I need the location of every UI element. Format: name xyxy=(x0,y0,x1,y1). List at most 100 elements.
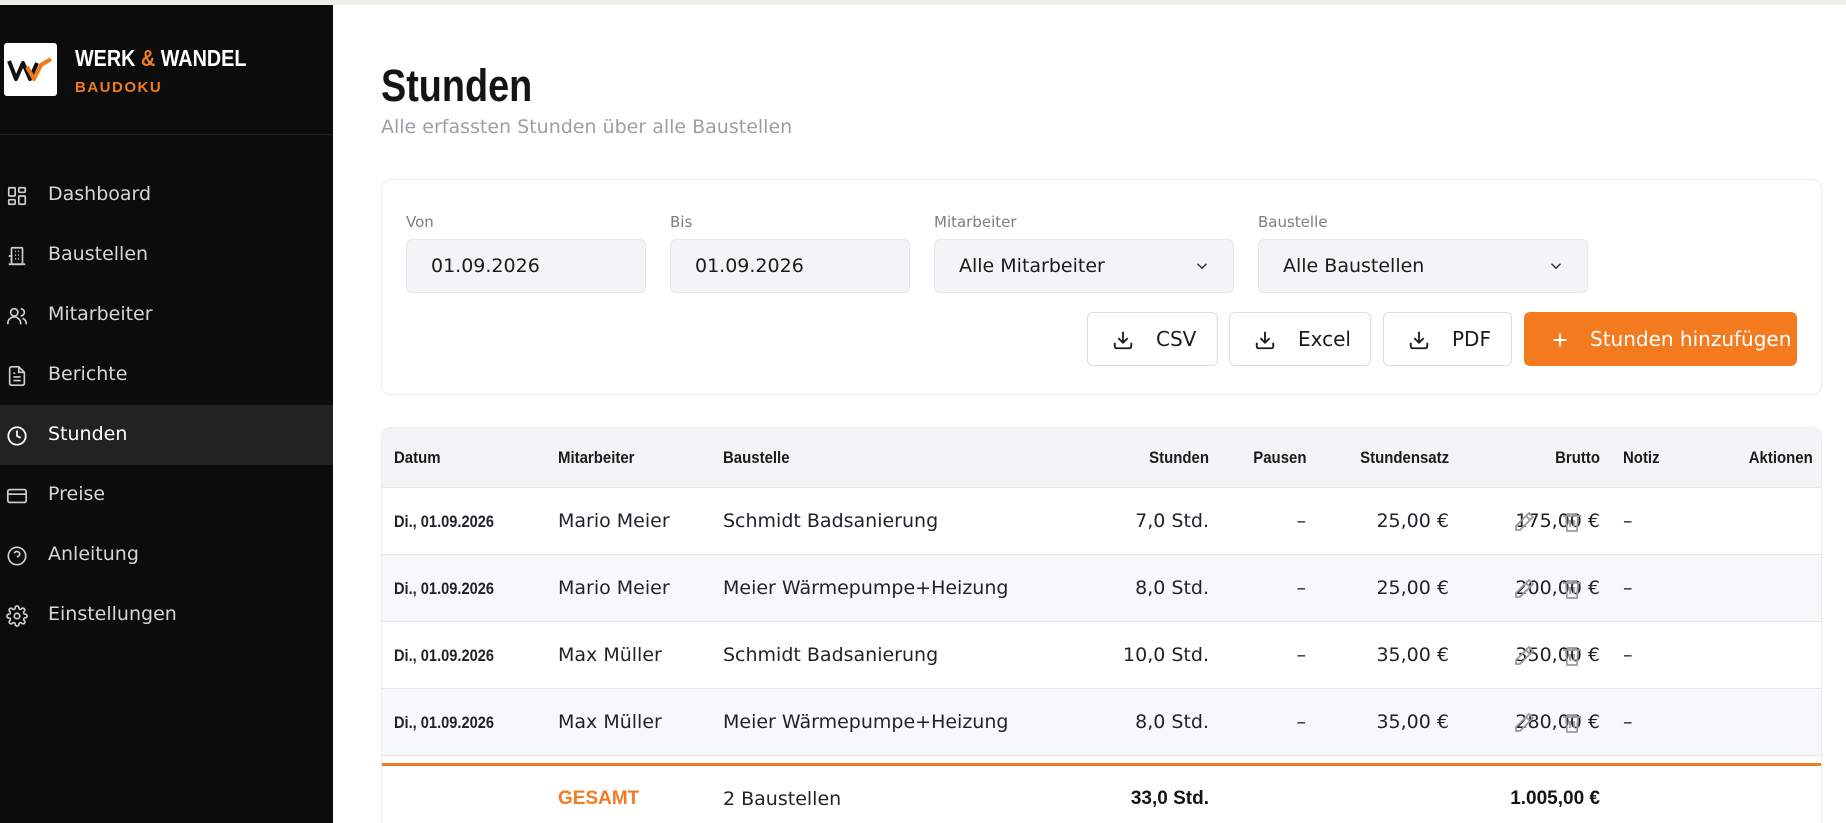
total-hours: 33,0 Std. xyxy=(1130,788,1209,809)
cell-baustelle: Meier Wärmepumpe+Heizung xyxy=(723,577,1009,599)
brand-name-part1: WERK xyxy=(75,45,136,71)
sidebar-item-label: Anleitung xyxy=(48,543,139,565)
bis-label: Bis xyxy=(670,213,693,231)
sidebar: WERK & WANDEL BAUDOKU Dashboard Baustell… xyxy=(0,5,333,823)
edit-pencil-icon[interactable] xyxy=(1512,510,1536,534)
col-mitarbeiter[interactable]: Mitarbeiter xyxy=(558,448,634,468)
sidebar-item-dashboard[interactable]: Dashboard xyxy=(0,165,333,225)
edit-pencil-icon[interactable] xyxy=(1512,644,1536,668)
cell-notiz: – xyxy=(1623,644,1633,666)
help-circle-icon xyxy=(7,546,27,566)
von-label: Von xyxy=(406,213,434,231)
download-icon xyxy=(1113,331,1133,350)
cell-stunden: 10,0 Std. xyxy=(1123,644,1209,666)
col-datum[interactable]: Datum xyxy=(394,448,441,468)
clock-icon xyxy=(7,426,27,446)
building-icon xyxy=(8,246,26,266)
hours-table: Datum Mitarbeiter Baustelle Stunden Paus… xyxy=(381,427,1822,823)
cell-pausen: – xyxy=(1296,644,1307,666)
export-pdf-label: PDF xyxy=(1452,327,1491,351)
sidebar-item-label: Stunden xyxy=(48,423,128,445)
table-row[interactable]: Di., 01.09.2026 Max Müller Meier Wärmepump… xyxy=(382,689,1821,756)
bis-date-value: 01.09.2026 xyxy=(695,255,804,277)
table-header: Datum Mitarbeiter Baustelle Stunden Paus… xyxy=(382,428,1821,488)
table-row[interactable]: Di., 01.09.2026 Mario Meier Meier Wärmepum… xyxy=(382,555,1821,622)
baustelle-select[interactable]: Alle Baustellen xyxy=(1258,239,1588,293)
logo-mark-icon xyxy=(7,57,53,81)
gear-icon xyxy=(6,605,28,627)
col-stunden[interactable]: Stunden xyxy=(1149,448,1209,468)
cell-stundensatz: 35,00 € xyxy=(1376,711,1449,733)
sidebar-item-label: Mitarbeiter xyxy=(48,303,153,325)
cell-pausen: – xyxy=(1296,577,1307,599)
cell-baustelle: Meier Wärmepumpe+Heizung xyxy=(723,711,1009,733)
export-excel-button[interactable]: Excel xyxy=(1229,312,1371,366)
cell-notiz: – xyxy=(1623,577,1633,599)
col-aktionen: Aktionen xyxy=(1748,448,1813,467)
von-date-input[interactable]: 01.09.2026 xyxy=(406,239,646,293)
cell-pausen: – xyxy=(1296,510,1307,532)
bis-date-input[interactable]: 01.09.2026 xyxy=(670,239,910,293)
add-hours-button[interactable]: Stunden hinzufügen xyxy=(1524,312,1797,366)
cell-stunden: 8,0 Std. xyxy=(1135,577,1209,599)
chevron-down-icon xyxy=(1196,263,1208,270)
brand-subtitle: BAUDOKU xyxy=(75,79,163,96)
table-row[interactable]: Di., 01.09.2026 Max Müller Schmidt Badsani… xyxy=(382,622,1821,689)
sidebar-item-stunden[interactable]: Stunden xyxy=(0,405,333,465)
logo[interactable] xyxy=(4,43,57,96)
plus-icon xyxy=(1553,333,1567,347)
cell-notiz: – xyxy=(1623,711,1633,733)
cell-stunden: 7,0 Std. xyxy=(1135,510,1209,532)
export-csv-button[interactable]: CSV xyxy=(1087,312,1218,366)
grid-icon xyxy=(7,186,27,206)
sidebar-item-einstellungen[interactable]: Einstellungen xyxy=(0,585,333,645)
delete-trash-icon[interactable] xyxy=(1560,577,1584,601)
cell-datum: Di., 01.09.2026 xyxy=(394,512,494,531)
baustelle-label: Baustelle xyxy=(1258,213,1328,231)
col-pausen[interactable]: Pausen xyxy=(1253,448,1306,468)
file-text-icon xyxy=(8,366,26,386)
col-notiz[interactable]: Notiz xyxy=(1623,448,1660,468)
download-icon xyxy=(1409,331,1429,350)
sidebar-item-anleitung[interactable]: Anleitung xyxy=(0,525,333,585)
sidebar-item-label: Baustellen xyxy=(48,243,149,265)
table-row[interactable]: Di., 01.09.2026 Mario Meier Schmidt Badsan… xyxy=(382,488,1821,555)
delete-trash-icon[interactable] xyxy=(1560,510,1584,534)
edit-pencil-icon[interactable] xyxy=(1512,577,1536,601)
col-baustelle[interactable]: Baustelle xyxy=(723,448,790,468)
cell-baustelle: Schmidt Badsanierung xyxy=(723,644,939,666)
delete-trash-icon[interactable] xyxy=(1560,644,1584,668)
cell-datum: Di., 01.09.2026 xyxy=(394,713,494,732)
export-csv-label: CSV xyxy=(1156,327,1197,351)
sidebar-item-label: Dashboard xyxy=(48,183,152,205)
sidebar-nav: Dashboard Baustellen Mitarbeiter Bericht… xyxy=(0,165,333,645)
cell-notiz: – xyxy=(1623,510,1633,532)
page-title: Stunden xyxy=(381,60,533,111)
cell-mitarbeiter: Max Müller xyxy=(558,711,662,733)
chevron-down-icon xyxy=(1550,263,1562,270)
mitarbeiter-label: Mitarbeiter xyxy=(934,213,1017,231)
users-icon xyxy=(7,307,27,325)
delete-trash-icon[interactable] xyxy=(1560,711,1584,735)
export-excel-label: Excel xyxy=(1298,327,1351,351)
sidebar-item-label: Preise xyxy=(48,483,106,505)
sidebar-item-berichte[interactable]: Berichte xyxy=(0,345,333,405)
brand-ampersand: & xyxy=(140,45,156,71)
brand-name: WERK & WANDEL xyxy=(75,45,246,72)
export-pdf-button[interactable]: PDF xyxy=(1383,312,1512,366)
von-date-value: 01.09.2026 xyxy=(431,255,540,277)
sidebar-item-mitarbeiter[interactable]: Mitarbeiter xyxy=(0,285,333,345)
total-label: GESAMT xyxy=(558,788,640,809)
cell-stundensatz: 25,00 € xyxy=(1376,577,1449,599)
sidebar-item-preise[interactable]: Preise xyxy=(0,465,333,525)
col-brutto[interactable]: Brutto xyxy=(1555,448,1600,468)
page-subtitle: Alle erfassten Stunden über alle Baustel… xyxy=(381,116,793,138)
download-icon xyxy=(1255,331,1275,350)
edit-pencil-icon[interactable] xyxy=(1512,711,1536,735)
col-stundensatz[interactable]: Stundensatz xyxy=(1360,448,1449,468)
mitarbeiter-select-value: Alle Mitarbeiter xyxy=(959,255,1105,277)
sidebar-item-label: Berichte xyxy=(48,363,128,385)
mitarbeiter-select[interactable]: Alle Mitarbeiter xyxy=(934,239,1234,293)
brand: WERK & WANDEL BAUDOKU xyxy=(0,5,333,135)
sidebar-item-baustellen[interactable]: Baustellen xyxy=(0,225,333,285)
